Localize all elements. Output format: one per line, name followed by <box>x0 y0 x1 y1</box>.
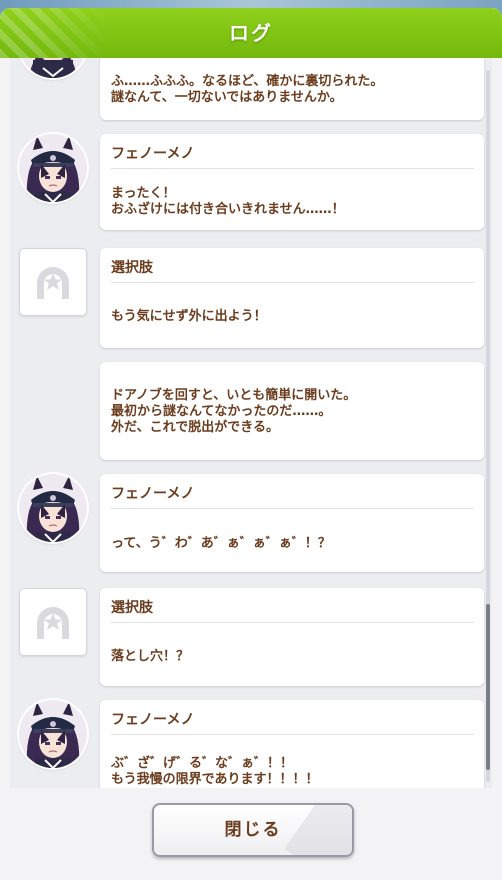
log-list[interactable]: ふ……ふふふ。なるほど、確かに裏切られた。 謎なんて、一切ないではありませんか。 <box>10 58 492 788</box>
character-portrait <box>19 474 87 542</box>
speaker-name: フェノーメノ <box>111 712 195 728</box>
log-entry: ドアノブを回すと、いとも簡単に開いた。 最初から謎なんてなかったのだ……。 外だ… <box>100 362 484 460</box>
character-portrait <box>19 134 87 202</box>
log-text: 落とし穴！？ <box>111 649 190 664</box>
close-button-label: 閉じる <box>224 820 282 840</box>
log-entry: フェノーメノ まったく！ おふざけには付き合いきれません……！ <box>100 134 484 230</box>
log-text: ドアノブを回すと、いとも簡単に開いた。 最初から謎なんてなかったのだ……。 外だ… <box>111 388 357 435</box>
log-entry: フェノーメノ って、う゛わ゛あ゛ぁ゛ぁ゛ぁ゛！？ <box>100 474 484 572</box>
speaker-name: 選択肢 <box>111 260 153 276</box>
log-entry: 選択肢 落とし穴！？ <box>100 588 484 686</box>
log-text: ぶ゛ざ゛げ゛る゛な゛ぁ゛！！ もう我慢の限界であります！！！！ <box>111 756 319 787</box>
log-entry: フェノーメノ ぶ゛ざ゛げ゛る゛な゛ぁ゛！！ もう我慢の限界であります！！！！ <box>100 700 484 788</box>
log-entry: 選択肢 もう気にせず外に出よう！ <box>100 248 484 348</box>
character-portrait <box>19 58 87 78</box>
log-text: ふ……ふふふ。なるほど、確かに裏切られた。 謎なんて、一切ないではありませんか。 <box>111 74 384 105</box>
dialog-footer: 閉じる <box>0 788 502 880</box>
divider <box>111 168 474 169</box>
character-portrait <box>19 700 87 768</box>
divider <box>111 734 474 735</box>
divider <box>111 622 474 623</box>
log-entry: ふ……ふふふ。なるほど、確かに裏切られた。 謎なんて、一切ないではありませんか。 <box>100 58 484 120</box>
divider <box>111 508 474 509</box>
log-text: もう気にせず外に出よう！ <box>111 309 267 324</box>
scroll-thumb[interactable] <box>486 604 490 770</box>
log-text: って、う゛わ゛あ゛ぁ゛ぁ゛ぁ゛！？ <box>111 536 331 551</box>
speaker-name: フェノーメノ <box>111 486 195 502</box>
horseshoe-star-icon <box>19 588 87 656</box>
dialog-title: ログ <box>229 21 273 45</box>
dialog-header: ログ <box>0 8 502 58</box>
speaker-name: フェノーメノ <box>111 146 195 162</box>
scrollbar[interactable] <box>486 70 490 782</box>
log-dialog: ログ ふ……ふふふ。なるほど、確かに裏切られた。 謎なんて、一切ないではありませ… <box>0 8 502 880</box>
speaker-name: 選択肢 <box>111 600 153 616</box>
log-text: まったく！ おふざけには付き合いきれません……！ <box>111 186 345 217</box>
divider <box>111 282 474 283</box>
close-button[interactable]: 閉じる <box>152 803 354 857</box>
horseshoe-star-icon <box>19 248 87 316</box>
